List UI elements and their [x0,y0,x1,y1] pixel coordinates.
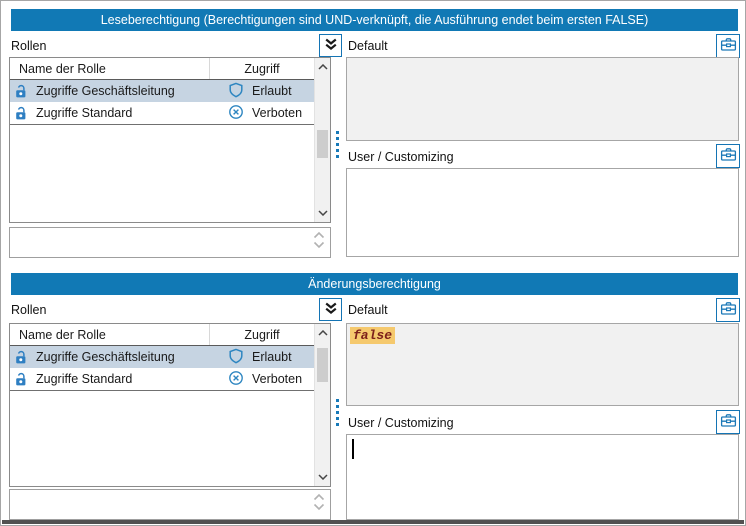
roles-table-scrollbar[interactable] [314,58,330,222]
shield-allowed-icon [228,348,244,367]
new-role-input-box[interactable] [9,227,331,258]
double-chevron-down-icon [324,38,338,54]
user-customizing-value-box[interactable] [346,168,739,257]
access-value: Verboten [252,372,302,386]
spin-up-icon[interactable] [313,231,325,239]
roles-table: Name der Rolle Zugriff Zugriffe Geschäft… [9,323,331,487]
default-value-box[interactable]: false [346,323,739,406]
collapse-roles-button[interactable] [319,34,342,57]
circle-x-denied-icon [228,104,244,123]
roles-label: Rollen [11,303,46,317]
open-padlock-icon [14,106,29,121]
vertical-splitter[interactable] [336,131,339,158]
edit-user-button[interactable] [716,410,740,434]
role-name: Zugriffe Geschäftsleitung [36,84,175,98]
table-row[interactable]: Zugriffe Geschäftsleitung Erlaubt [10,80,314,102]
default-label: Default [348,39,388,53]
open-padlock-icon [14,84,29,99]
edit-default-button[interactable] [716,34,740,58]
scroll-down-icon[interactable] [315,469,331,485]
default-label: Default [348,303,388,317]
read-permission-panel: Leseberechtigung (Berechtigungen sind UN… [9,9,739,259]
role-name: Zugriffe Geschäftsleitung [36,350,175,364]
window-bottom-edge [2,520,744,524]
open-padlock-icon [14,372,29,387]
scroll-down-icon[interactable] [315,205,331,221]
access-value: Erlaubt [252,84,292,98]
write-panel-title: Änderungsberechtigung [11,273,738,295]
open-padlock-icon [14,350,29,365]
double-chevron-down-icon [324,302,338,318]
circle-x-denied-icon [228,370,244,389]
briefcase-icon [720,301,737,319]
shield-allowed-icon [228,82,244,101]
scrollbar-thumb[interactable] [317,130,328,158]
edit-user-button[interactable] [716,144,740,168]
spin-up-icon[interactable] [313,493,325,501]
scrollbar-thumb[interactable] [317,348,328,382]
text-cursor [352,439,354,459]
role-name: Zugriffe Standard [36,372,132,386]
access-value: Erlaubt [252,350,292,364]
new-role-input-box[interactable] [9,489,331,520]
rows-end-divider [10,390,314,391]
spin-down-icon[interactable] [313,503,325,511]
role-name: Zugriffe Standard [36,106,132,120]
roles-table-header: Name der Rolle Zugriff [10,324,314,346]
write-permission-panel: Änderungsberechtigung Rollen Default Nam… [9,273,739,520]
scroll-up-icon[interactable] [315,325,331,341]
permissions-window: Leseberechtigung (Berechtigungen sind UN… [0,0,746,526]
roles-table: Name der Rolle Zugriff Zugriffe Geschäft… [9,57,331,223]
column-header-name: Name der Rolle [10,324,210,345]
column-header-access: Zugriff [210,58,314,79]
vertical-splitter[interactable] [336,399,339,426]
edit-default-button[interactable] [716,298,740,322]
access-value: Verboten [252,106,302,120]
table-row[interactable]: Zugriffe Standard Verboten [10,102,314,124]
roles-table-scrollbar[interactable] [314,324,330,486]
default-expression-value: false [350,327,395,344]
briefcase-icon [720,37,737,55]
roles-table-header: Name der Rolle Zugriff [10,58,314,80]
user-customizing-value-box[interactable] [346,434,739,520]
default-value-box[interactable] [346,57,739,141]
column-header-access: Zugriff [210,324,314,345]
table-row[interactable]: Zugriffe Geschäftsleitung Erlaubt [10,346,314,368]
rows-end-divider [10,124,314,125]
user-customizing-label: User / Customizing [348,150,454,164]
collapse-roles-button[interactable] [319,298,342,321]
read-panel-title: Leseberechtigung (Berechtigungen sind UN… [11,9,738,31]
briefcase-icon [720,413,737,431]
briefcase-icon [720,147,737,165]
column-header-name: Name der Rolle [10,58,210,79]
roles-label: Rollen [11,39,46,53]
user-customizing-label: User / Customizing [348,416,454,430]
scroll-up-icon[interactable] [315,59,331,75]
spin-down-icon[interactable] [313,241,325,249]
table-row[interactable]: Zugriffe Standard Verboten [10,368,314,390]
